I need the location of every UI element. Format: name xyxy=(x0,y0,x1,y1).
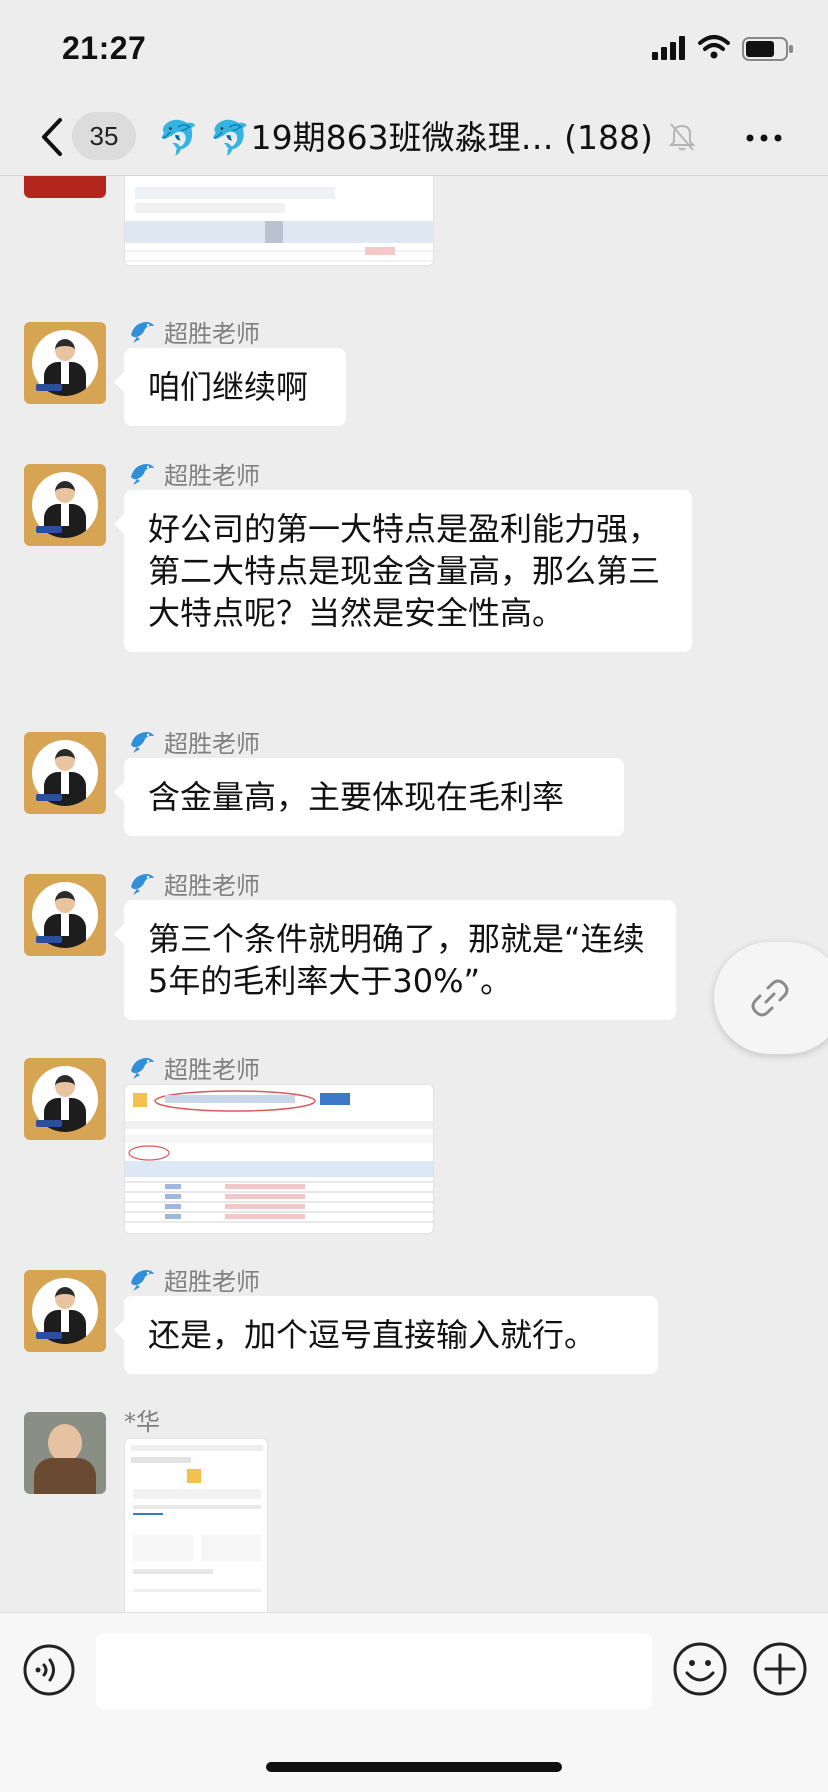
unread-count-badge[interactable]: 35 xyxy=(72,112,136,160)
text-message-bubble[interactable]: 好公司的第一大特点是盈利能力强，第二大特点是现金含量高，那么第三大特点呢？当然是… xyxy=(114,490,692,652)
sender-name: 超胜老师 xyxy=(128,724,260,758)
sender-name: 超胜老师 xyxy=(128,1050,260,1084)
sender-name: 超胜老师 xyxy=(128,1262,260,1296)
sender-name: 超胜老师 xyxy=(128,314,260,348)
image-message[interactable] xyxy=(124,1438,268,1612)
dolphin-icon xyxy=(131,874,154,895)
text-message-bubble[interactable]: 咱们继续啊 xyxy=(114,348,346,426)
battery-icon xyxy=(742,37,793,61)
avatar[interactable] xyxy=(24,1058,106,1140)
status-bar: 21:27 xyxy=(0,0,828,100)
avatar[interactable] xyxy=(24,874,106,956)
avatar[interactable] xyxy=(24,1412,106,1494)
image-message-partial[interactable] xyxy=(124,176,434,266)
more-dots-icon[interactable] xyxy=(744,122,784,154)
message-text: 还是，加个逗号直接输入就行。 xyxy=(148,1316,597,1354)
dolphin-icon xyxy=(131,464,154,485)
avatar[interactable] xyxy=(24,176,106,198)
table-screenshot-thumbnail xyxy=(125,176,433,265)
dolphin-icon xyxy=(131,1058,154,1079)
phone-screenshot-thumbnail xyxy=(125,1439,267,1612)
dolphin-icon xyxy=(131,1270,154,1291)
cellular-signal-icon xyxy=(652,36,685,60)
voice-icon[interactable] xyxy=(22,1643,76,1697)
status-time: 21:27 xyxy=(62,30,147,66)
message-text: 好公司的第一大特点是盈利能力强，第二大特点是现金含量高，那么第三大特点呢？当然是… xyxy=(148,510,661,632)
text-message-bubble[interactable]: 还是，加个逗号直接输入就行。 xyxy=(114,1296,658,1374)
sender-name: 超胜老师 xyxy=(128,866,260,900)
image-message[interactable] xyxy=(124,1084,434,1234)
dolphin-icon xyxy=(131,732,154,753)
sender-name: *华 xyxy=(124,1407,160,1436)
message-input[interactable] xyxy=(96,1633,652,1709)
text-message-bubble[interactable]: 含金量高，主要体现在毛利率 xyxy=(114,758,624,836)
sender-name: 超胜老师 xyxy=(128,456,260,490)
home-indicator xyxy=(266,1762,562,1772)
emoji-icon[interactable] xyxy=(672,1641,728,1697)
message-text: 含金量高，主要体现在毛利率 xyxy=(148,778,565,816)
floating-link-button[interactable] xyxy=(714,942,828,1054)
dolphin-icon xyxy=(131,322,154,343)
wifi-icon xyxy=(698,35,730,59)
avatar[interactable] xyxy=(24,732,106,814)
text-message-bubble[interactable]: 第三个条件就明确了，那就是“连续5年的毛利率大于30%”。 xyxy=(114,900,676,1020)
chevron-left-icon[interactable] xyxy=(36,114,66,160)
avatar[interactable] xyxy=(24,464,106,546)
avatar[interactable] xyxy=(24,322,106,404)
spreadsheet-screenshot-thumbnail xyxy=(125,1085,433,1233)
chat-title[interactable]: 🐬 🐬19期863班微淼理… (188) xyxy=(158,110,678,166)
plus-circle-icon[interactable] xyxy=(752,1641,808,1697)
message-text: 咱们继续啊 xyxy=(148,368,309,406)
link-icon xyxy=(751,979,789,1017)
message-text: 第三个条件就明确了，那就是“连续5年的毛利率大于30%”。 xyxy=(148,920,645,1000)
avatar[interactable] xyxy=(24,1270,106,1352)
chat-message-list[interactable]: 超胜老师 咱们继续啊 超胜老师 好公司的第一大特点是盈利能力强，第二大特点是现金… xyxy=(0,176,828,1612)
bell-off-icon xyxy=(668,123,696,151)
chat-header: 35 🐬 🐬19期863班微淼理… (188) xyxy=(0,100,828,176)
